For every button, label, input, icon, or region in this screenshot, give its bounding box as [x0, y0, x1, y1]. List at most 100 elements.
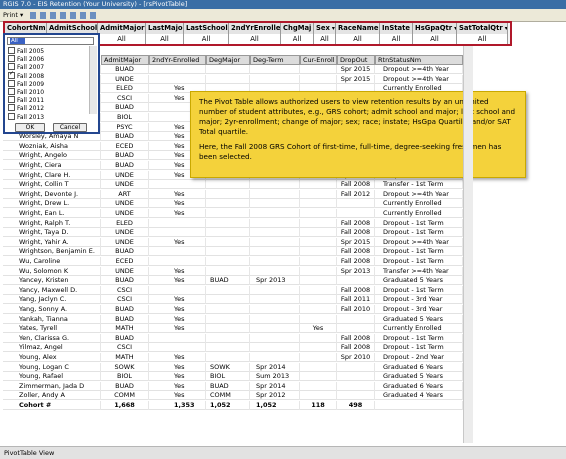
- row-label: Wright, Devonte J.: [3, 189, 101, 199]
- filter-value[interactable]: All: [98, 34, 146, 44]
- dropdown-option[interactable]: Fall 2010: [8, 88, 92, 96]
- dropdown-option[interactable]: Fall 2012: [8, 104, 92, 112]
- checkbox[interactable]: [8, 104, 15, 112]
- table-cell: [300, 391, 337, 401]
- dropdown-option[interactable]: Fall 2005: [8, 47, 92, 55]
- dropdown-option[interactable]: Fall 2013: [8, 112, 92, 121]
- print-button[interactable]: Print ▾: [3, 9, 23, 21]
- row-label: Young, Logan C: [3, 362, 101, 372]
- table-row[interactable]: Wright, Yahir A. UNDE Yes Spr 2015 Dropout >…: [3, 237, 463, 247]
- table-row[interactable]: Wright, Devonte J. ART Yes Fall 2012 Dropout…: [3, 189, 463, 199]
- filter-label: SatTotalQtr: [459, 24, 503, 32]
- table-row[interactable]: Young, Logan C SOWK Yes SOWK Spr 2014 Graduat…: [3, 362, 463, 372]
- column-header[interactable]: DegMajor: [206, 55, 250, 65]
- checkbox[interactable]: [8, 79, 15, 87]
- filter-value[interactable]: All: [413, 34, 457, 44]
- chevron-down-icon[interactable]: ▾: [332, 25, 335, 32]
- table-row[interactable]: Yancy, Maxwell D. CSCI Fall 2008 Dropout - …: [3, 285, 463, 295]
- table-row[interactable]: Zoller, Andy A COMM Yes COMM Spr 2012 Graduat…: [3, 391, 463, 401]
- vertical-scrollbar[interactable]: [463, 46, 473, 443]
- table-row[interactable]: Wrightson, Benjamin E. BUAD Fall 2008 Dropo…: [3, 247, 463, 257]
- filter-field-hsgpaqtr[interactable]: HsGpaQtr ▾: [413, 23, 457, 34]
- table-row[interactable]: Yankah, Tianna BUAD Yes Graduated 5 Years: [3, 314, 463, 324]
- row-label: Wozniak, Aisha: [3, 141, 101, 151]
- table-row[interactable]: Wu, Solomon K UNDE Yes Spr 2013 Transfer >=4…: [3, 266, 463, 276]
- chevron-down-icon[interactable]: ▾: [505, 25, 507, 32]
- column-header[interactable]: AdmitMajor: [101, 55, 149, 65]
- table-row[interactable]: Wright, Ean L. UNDE Yes Currently Enrolled: [3, 209, 463, 218]
- table-row[interactable]: Yang, Jaclyn C. CSCI Yes Fall 2011 Dropout -…: [3, 295, 463, 305]
- filter-field-sattotalqtr[interactable]: SatTotalQtr ▾: [457, 23, 508, 34]
- table-row[interactable]: Yilmaz, Angel CSCI Fall 2008 Dropout - 1st …: [3, 343, 463, 353]
- filter-field-lastschool[interactable]: LastSchool▾: [184, 23, 229, 34]
- table-cell: Yes: [149, 324, 206, 334]
- table-cell: [250, 314, 300, 324]
- filter-field-racename[interactable]: RaceName▾: [336, 23, 380, 34]
- row-label: Wu, Solomon K: [3, 266, 101, 276]
- table-cell: BUAD: [101, 305, 149, 314]
- table-cell: Yes: [149, 295, 206, 305]
- table-row[interactable]: Zimmerman, Jada D BUAD Yes BUAD Spr 2014 Grad…: [3, 381, 463, 391]
- checkbox[interactable]: [8, 70, 15, 79]
- filter-value[interactable]: All: [281, 34, 314, 44]
- filter-value[interactable]: All: [146, 34, 184, 44]
- table-cell: BUAD: [101, 132, 149, 142]
- filter-value[interactable]: All: [336, 34, 380, 44]
- filter-value[interactable]: All: [229, 34, 281, 44]
- dropdown-option[interactable]: Fall 2006: [8, 55, 92, 63]
- table-row[interactable]: Wu, Caroline ECED Fall 2008 Dropout - 1st T…: [3, 257, 463, 266]
- column-header[interactable]: Cur-Enroll: [300, 55, 337, 65]
- ok-button[interactable]: OK: [15, 123, 45, 132]
- table-cell: [300, 257, 337, 266]
- table-cell: Dropout >=4th Year: [375, 189, 463, 199]
- table-row[interactable]: Wright, Taya D. UNDE Fall 2008 Dropout - 1s…: [3, 228, 463, 238]
- table-cell: SOWK: [101, 362, 149, 372]
- table-cell: Yes: [149, 314, 206, 324]
- column-header[interactable]: 2ndYr-Enrolled: [149, 55, 206, 65]
- dropdown-option[interactable]: Fall 2011: [8, 96, 92, 105]
- filter-field-chgmaj[interactable]: ChgMaj▾: [281, 23, 314, 34]
- filter-field-instate[interactable]: InState▾: [380, 23, 413, 34]
- table-row[interactable]: Yancey, Kristen BUAD Yes BUAD Spr 2013 Gradua…: [3, 276, 463, 286]
- table-row[interactable]: Wright, Ralph T. ELED Fall 2008 Dropout - 1…: [3, 218, 463, 228]
- filter-value[interactable]: All: [457, 34, 508, 44]
- filter-field-2ndyrenrolled[interactable]: 2ndYrEnrolled▾: [229, 23, 281, 34]
- filter-field-sex[interactable]: Sex ▾: [314, 23, 336, 34]
- table-row[interactable]: Yates, Tyrell MATH Yes Yes Currently Enrolle…: [3, 324, 463, 334]
- table-cell: Spr 2015: [337, 74, 375, 84]
- filter-value[interactable]: All: [184, 34, 229, 44]
- checkbox[interactable]: [8, 55, 15, 63]
- filter-field-admitmajor[interactable]: AdmitMajor▾: [98, 23, 146, 34]
- column-header[interactable]: RtnStatusNm: [375, 55, 463, 65]
- table-row[interactable]: Wright, Drew L. UNDE Yes Currently Enrolled: [3, 199, 463, 209]
- dropdown-option-label: Fall 2011: [17, 97, 45, 105]
- table-row[interactable]: Yen, Clarissa G. BUAD Fall 2008 Dropout - 1…: [3, 333, 463, 343]
- row-label: Cohort #: [3, 401, 101, 410]
- total-row[interactable]: Cohort #1,668 1,353 1,052 1,052 118 498: [3, 401, 463, 410]
- column-header[interactable]: DropOut: [337, 55, 375, 65]
- table-row[interactable]: Yang, Sonny A. BUAD Yes Fall 2010 Dropout - …: [3, 305, 463, 314]
- dropdown-option[interactable]: Fall 2007: [8, 63, 92, 71]
- table-row[interactable]: Young, Rafael BIOL Yes BIOL Sum 2013 Graduate…: [3, 372, 463, 382]
- checkbox[interactable]: [8, 96, 15, 104]
- checkbox[interactable]: [8, 112, 15, 120]
- dropdown-option[interactable]: Fall 2009: [8, 79, 92, 88]
- checkbox[interactable]: [8, 88, 15, 95]
- filter-value[interactable]: All: [314, 34, 336, 44]
- row-label: Young, Alex: [3, 353, 101, 362]
- table-cell: [206, 285, 250, 295]
- dropdown-option[interactable]: Fall 2008: [8, 70, 92, 80]
- checkbox[interactable]: [8, 47, 15, 54]
- dropdown-option-label: Fall 2009: [17, 80, 45, 88]
- table-cell: [337, 381, 375, 391]
- table-cell: Fall 2008: [337, 343, 375, 353]
- filter-field-lastmajor[interactable]: LastMajor▾: [146, 23, 184, 34]
- table-cell: Dropout - 1st Term: [375, 333, 463, 343]
- table-row[interactable]: Young, Alex MATH Yes Spr 2010 Dropout - 2nd …: [3, 353, 463, 362]
- cancel-button[interactable]: Cancel: [53, 123, 87, 132]
- column-header[interactable]: Deg-Term: [250, 55, 300, 65]
- table-cell: [250, 209, 300, 218]
- table-row[interactable]: Wright, Collin T UNDE Fall 2008 Transfer - …: [3, 180, 463, 190]
- dropdown-search-field[interactable]: All: [7, 37, 94, 45]
- filter-value[interactable]: All: [380, 34, 413, 44]
